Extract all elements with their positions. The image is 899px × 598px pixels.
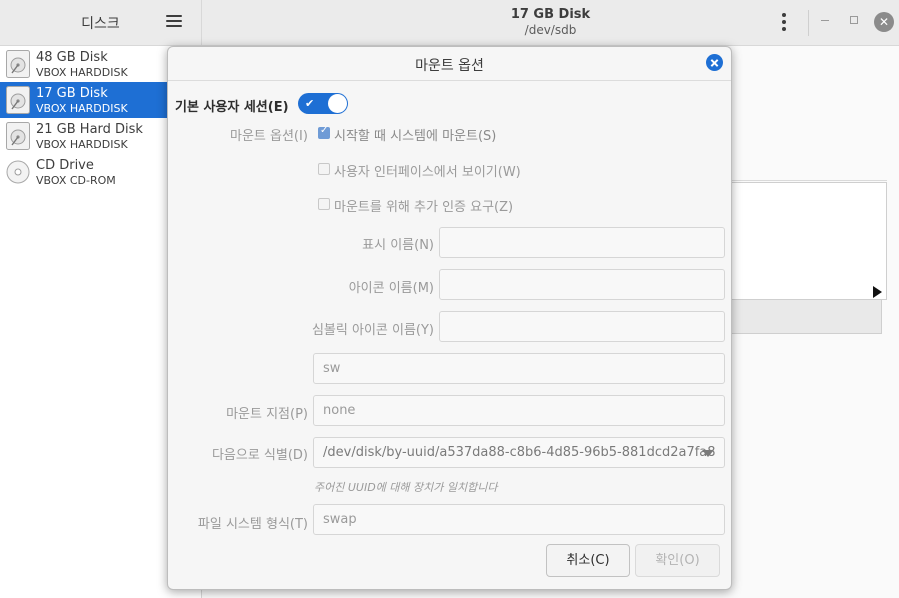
mount-point-label: 마운트 지점(P) <box>226 407 308 422</box>
minimize-icon[interactable] <box>821 20 829 21</box>
toggle-knob <box>328 94 347 113</box>
menu-icon[interactable] <box>166 15 182 28</box>
header-bar: 17 GB Disk /dev/sdb ✕ <box>202 0 899 46</box>
dialog-title-divider <box>168 80 731 81</box>
hard-disk-icon <box>6 86 30 114</box>
mount-point-field[interactable]: none <box>313 395 725 426</box>
disk-name: 21 GB Hard Disk <box>36 122 143 137</box>
chevron-down-icon <box>702 450 714 457</box>
close-icon[interactable] <box>706 54 723 71</box>
disk-name: CD Drive <box>36 158 94 173</box>
hard-disk-icon <box>6 50 30 78</box>
disk-title: 17 GB Disk <box>510 7 591 22</box>
header-separator <box>808 10 809 36</box>
identify-as-value: /dev/disk/by-uuid/a537da88-c8b6-4d85-96b… <box>323 445 716 460</box>
optical-disc-icon <box>6 160 30 184</box>
disk-item-cd-drive[interactable]: CD Drive VBOX CD-ROM <box>0 154 168 190</box>
cancel-button[interactable]: 취소(C) <box>546 544 630 577</box>
require-auth-label: 마운트를 위해 추가 인증 요구(Z) <box>334 200 514 215</box>
disk-name: 48 GB Disk <box>36 50 108 65</box>
display-name-field[interactable] <box>439 227 725 258</box>
disk-item-21gb[interactable]: 21 GB Hard Disk VBOX HARDDISK <box>0 118 168 154</box>
disk-model: VBOX CD-ROM <box>36 174 116 187</box>
identify-as-label: 다음으로 식별(D) <box>211 448 308 463</box>
symbolic-icon-field[interactable] <box>439 311 725 342</box>
mount-at-startup-checkbox[interactable] <box>318 125 330 139</box>
icon-name-field[interactable] <box>439 269 725 300</box>
identify-hint: 주어진 UUID에 대해 장치가 일치합니다 <box>314 481 498 494</box>
disk-model: VBOX HARDDISK <box>36 102 128 115</box>
mount-at-startup-label: 시작할 때 시스템에 마운트(S) <box>334 129 497 144</box>
volume-map-border <box>731 180 887 181</box>
disk-model: VBOX HARDDISK <box>36 66 128 79</box>
disk-name: 17 GB Disk <box>36 86 108 101</box>
identify-as-combo[interactable]: /dev/disk/by-uuid/a537da88-c8b6-4d85-96b… <box>313 437 725 468</box>
mount-options-dialog: 마운트 옵션 기본 사용자 세션(E) ✔ 마운트 옵션(I) 시작할 때 시스… <box>167 46 732 590</box>
ok-button[interactable]: 확인(O) <box>635 544 720 577</box>
require-auth-checkbox[interactable] <box>318 198 330 210</box>
mount-options-label: 마운트 옵션(I) <box>230 129 308 144</box>
check-icon: ✔ <box>305 97 315 110</box>
volume-toolbar <box>731 300 882 334</box>
mount-options-field[interactable]: sw <box>313 353 725 384</box>
default-session-toggle[interactable]: ✔ <box>298 93 348 114</box>
fs-type-label: 파일 시스템 형식(T) <box>197 517 308 532</box>
disk-device-path: /dev/sdb <box>524 23 577 37</box>
disk-item-48gb[interactable]: 48 GB Disk VBOX HARDDISK <box>0 46 168 82</box>
show-in-ui-label: 사용자 인터페이스에서 보이기(W) <box>334 165 521 180</box>
dialog-title: 마운트 옵션 <box>415 58 484 74</box>
icon-name-label: 아이콘 이름(M) <box>348 281 434 296</box>
sidebar-header: 디스크 <box>0 0 201 46</box>
window-close-icon[interactable]: ✕ <box>874 12 894 32</box>
show-in-ui-checkbox[interactable] <box>318 163 330 175</box>
disk-item-17gb[interactable]: 17 GB Disk VBOX HARDDISK <box>0 82 168 118</box>
fs-type-field[interactable]: swap <box>313 504 725 535</box>
play-icon[interactable] <box>873 286 882 298</box>
more-options-icon[interactable] <box>781 13 787 31</box>
display-name-label: 표시 이름(N) <box>362 238 434 253</box>
maximize-icon[interactable] <box>850 16 858 24</box>
disk-model: VBOX HARDDISK <box>36 138 128 151</box>
default-session-label: 기본 사용자 세션(E) <box>175 100 289 115</box>
symbolic-icon-label: 심볼릭 아이콘 이름(Y) <box>311 323 434 338</box>
volume-map[interactable] <box>731 182 887 300</box>
hard-disk-icon <box>6 122 30 150</box>
